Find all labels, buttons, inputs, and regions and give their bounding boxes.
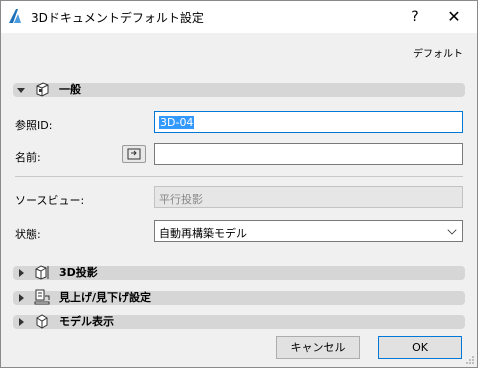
ref-id-input[interactable]: 3D-04 <box>154 111 463 133</box>
ok-button[interactable]: OK <box>378 336 462 359</box>
source-view-value: 平行投影 <box>159 193 203 206</box>
section-3d-projection-header[interactable]: 3D投影 <box>13 265 465 280</box>
section-view-direction-header[interactable]: 見上げ/見下げ設定 <box>13 289 465 305</box>
expand-arrow-icon <box>19 294 24 302</box>
close-button[interactable]: ✕ <box>431 1 477 33</box>
3d-projection-icon <box>35 265 49 280</box>
ref-id-label: 参照ID: <box>15 119 53 132</box>
state-value: 自動再構築モデル <box>159 227 247 240</box>
name-label: 名前: <box>15 151 41 164</box>
default-settings-link[interactable]: デフォルト <box>413 45 463 60</box>
expand-arrow-icon <box>19 318 24 326</box>
source-view-label: ソースビュー: <box>15 194 85 207</box>
model-display-icon <box>36 314 48 329</box>
window-title: 3Dドキュメントデフォルト設定 <box>31 11 204 25</box>
state-select[interactable]: 自動再構築モデル <box>154 220 463 242</box>
state-label: 状態: <box>15 228 41 241</box>
divider <box>15 176 463 177</box>
ref-id-value: 3D-04 <box>159 116 195 129</box>
name-auto-button[interactable] <box>122 145 146 163</box>
section-model-display-header[interactable]: モデル表示 <box>13 314 465 329</box>
resize-grip-icon[interactable] <box>465 355 475 365</box>
insert-name-icon <box>127 148 141 160</box>
expand-arrow-icon <box>19 269 24 277</box>
section-view-direction-label: 見上げ/見下げ設定 <box>59 291 152 304</box>
name-input[interactable] <box>154 143 463 165</box>
general-settings-icon <box>36 82 49 97</box>
chevron-down-icon <box>447 225 457 235</box>
section-model-display-label: モデル表示 <box>59 315 114 328</box>
view-direction-icon <box>34 289 50 305</box>
cancel-button[interactable]: キャンセル <box>276 336 360 359</box>
section-general-label: 一般 <box>59 83 81 96</box>
section-3d-projection-label: 3D投影 <box>59 266 98 279</box>
collapse-arrow-icon <box>17 88 25 93</box>
help-button[interactable]: ? <box>399 1 431 33</box>
archicad-app-icon <box>9 9 21 23</box>
title-bar: 3Dドキュメントデフォルト設定 ? ✕ <box>1 1 477 33</box>
dialog-window: 3Dドキュメントデフォルト設定 ? ✕ デフォルト 一般 参照ID: 3D-04… <box>0 0 478 368</box>
section-general-header[interactable]: 一般 <box>13 82 465 97</box>
source-view-field: 平行投影 <box>154 186 463 208</box>
